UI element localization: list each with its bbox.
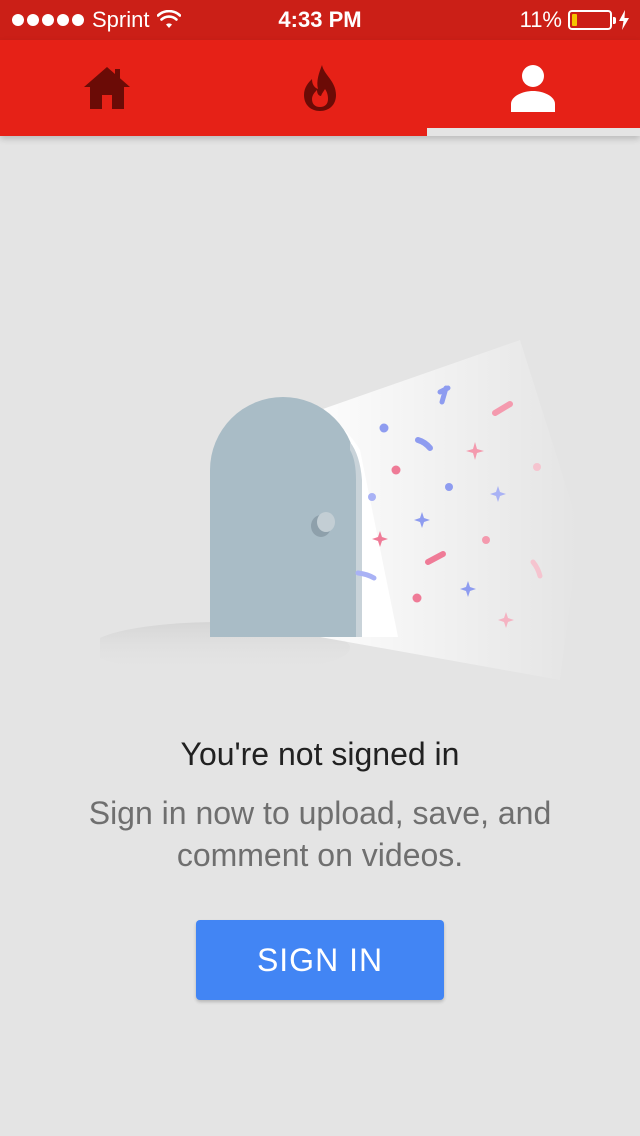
tab-trending[interactable] <box>213 40 426 136</box>
battery-percent: 11% <box>519 7 562 32</box>
tab-account[interactable] <box>426 40 640 136</box>
open-door-confetti-illustration <box>90 330 580 690</box>
empty-state-subtitle: Sign in now to upload, save, and comment… <box>88 795 552 873</box>
status-right: 11% <box>520 0 630 40</box>
sign-in-button[interactable]: SIGN IN <box>196 920 444 1000</box>
trending-flame-icon <box>303 65 336 111</box>
bolt-icon <box>619 10 629 30</box>
empty-state-title: You're not signed in <box>180 736 460 772</box>
tab-bar <box>0 40 640 136</box>
battery-icon <box>568 10 616 30</box>
tab-home[interactable] <box>0 40 213 136</box>
home-icon <box>83 67 130 109</box>
account-icon <box>511 65 556 112</box>
status-bar: Sprint 4:33 PM 11% <box>0 0 640 40</box>
